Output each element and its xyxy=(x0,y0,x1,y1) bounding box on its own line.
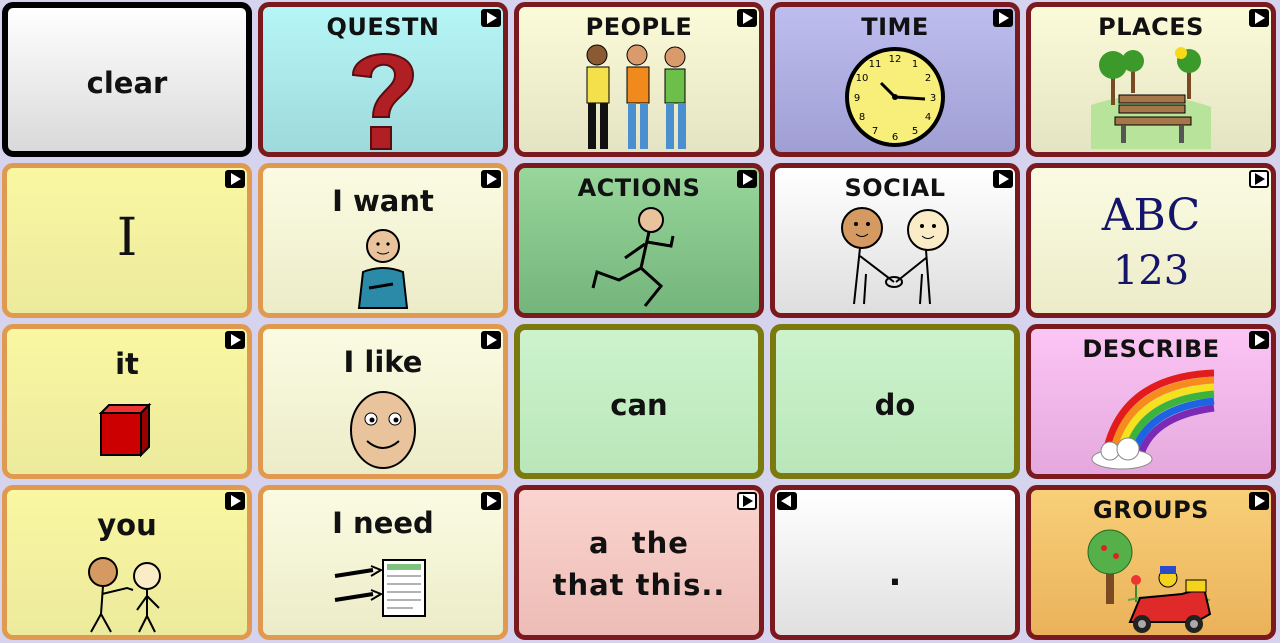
period-button[interactable]: . xyxy=(770,485,1020,640)
clock-icon: 12 1 2 3 45 6 78 9 10 11 xyxy=(775,45,1015,149)
i-need-label: I need xyxy=(332,506,434,540)
folder-arrow-icon xyxy=(481,331,501,349)
running-person-icon xyxy=(519,206,759,310)
svg-text:2: 2 xyxy=(925,73,931,84)
articles-label: a the xyxy=(589,526,689,560)
red-cube-icon xyxy=(7,403,247,459)
i-want-button[interactable]: I want xyxy=(258,163,508,318)
social-label: SOCIAL xyxy=(844,174,946,202)
it-button[interactable]: it xyxy=(2,324,252,479)
period-label: . xyxy=(888,554,902,594)
back-arrow-icon xyxy=(777,492,797,510)
folder-arrow-icon xyxy=(1249,492,1269,510)
it-label: it xyxy=(115,347,139,381)
pointing-people-icon xyxy=(7,554,247,634)
svg-text:4: 4 xyxy=(925,112,931,123)
svg-text:11: 11 xyxy=(869,59,882,70)
abc-label: ABC xyxy=(1101,190,1201,241)
folder-arrow-icon xyxy=(1249,331,1269,349)
folder-arrow-icon xyxy=(993,9,1013,27)
folder-arrow-icon xyxy=(225,331,245,349)
svg-text:8: 8 xyxy=(859,112,865,123)
svg-text:10: 10 xyxy=(856,73,869,84)
folder-arrow-icon xyxy=(225,492,245,510)
tree-car-icon xyxy=(1031,528,1271,634)
folder-arrow-icon xyxy=(737,9,757,27)
people-button[interactable]: PEOPLE xyxy=(514,2,764,157)
can-button[interactable]: can xyxy=(514,324,764,479)
receipt-hands-icon xyxy=(263,556,503,620)
svg-text:5: 5 xyxy=(912,126,918,137)
folder-arrow-icon xyxy=(737,170,757,188)
communication-board: clear QUESTN PEOPLE TIME 12 1 2 3 4 5 6 … xyxy=(0,0,1280,643)
can-label: can xyxy=(610,388,668,422)
svg-text:1: 1 xyxy=(912,59,918,70)
actions-button[interactable]: ACTIONS xyxy=(514,163,764,318)
describe-label: DESCRIBE xyxy=(1082,335,1220,363)
question-mark-icon xyxy=(263,41,503,152)
groups-button[interactable]: GROUPS xyxy=(1026,485,1276,640)
person-want-icon xyxy=(263,224,503,310)
folder-arrow-icon xyxy=(1249,9,1269,27)
folder-arrow-icon xyxy=(481,9,501,27)
rainbow-icon xyxy=(1031,367,1271,471)
folder-arrow-icon xyxy=(993,170,1013,188)
actions-label: ACTIONS xyxy=(577,174,701,202)
i-like-button[interactable]: I like xyxy=(258,324,508,479)
articles-label-2: that this.. xyxy=(552,568,726,602)
i-need-button[interactable]: I need xyxy=(258,485,508,640)
groups-label: GROUPS xyxy=(1093,496,1209,524)
you-label: you xyxy=(97,508,157,542)
i-button[interactable]: I xyxy=(2,163,252,318)
svg-text:12: 12 xyxy=(889,54,902,65)
svg-text:7: 7 xyxy=(872,126,878,137)
places-button[interactable]: PLACES xyxy=(1026,2,1276,157)
folder-arrow-icon xyxy=(481,492,501,510)
questn-label: QUESTN xyxy=(326,13,440,41)
number-label: 123 xyxy=(1112,248,1190,294)
i-want-label: I want xyxy=(332,184,434,218)
folder-arrow-icon xyxy=(225,170,245,188)
svg-text:3: 3 xyxy=(930,93,936,104)
i-like-label: I like xyxy=(343,345,423,379)
abc-button[interactable]: ABC 123 xyxy=(1026,163,1276,318)
i-label: I xyxy=(116,208,138,268)
articles-button[interactable]: a the that this.. xyxy=(514,485,764,640)
do-button[interactable]: do xyxy=(770,324,1020,479)
you-button[interactable]: you xyxy=(2,485,252,640)
clear-label: clear xyxy=(86,66,168,100)
handshake-icon xyxy=(775,204,1015,308)
places-label: PLACES xyxy=(1098,13,1204,41)
people-label: PEOPLE xyxy=(585,13,693,41)
questn-button[interactable]: QUESTN xyxy=(258,2,508,157)
svg-text:9: 9 xyxy=(854,93,860,104)
time-label: TIME xyxy=(861,13,929,41)
folder-arrow-icon xyxy=(481,170,501,188)
clear-button[interactable]: clear xyxy=(2,2,252,157)
smiley-face-icon xyxy=(263,389,503,471)
time-button[interactable]: TIME 12 1 2 3 45 6 78 9 10 11 xyxy=(770,2,1020,157)
describe-button[interactable]: DESCRIBE xyxy=(1026,324,1276,479)
do-label: do xyxy=(874,388,916,422)
folder-arrow-icon xyxy=(737,492,757,510)
social-button[interactable]: SOCIAL xyxy=(770,163,1020,318)
people-icon xyxy=(519,43,759,152)
svg-text:6: 6 xyxy=(892,132,898,143)
folder-arrow-icon xyxy=(1249,170,1269,188)
park-bench-icon xyxy=(1031,45,1271,149)
